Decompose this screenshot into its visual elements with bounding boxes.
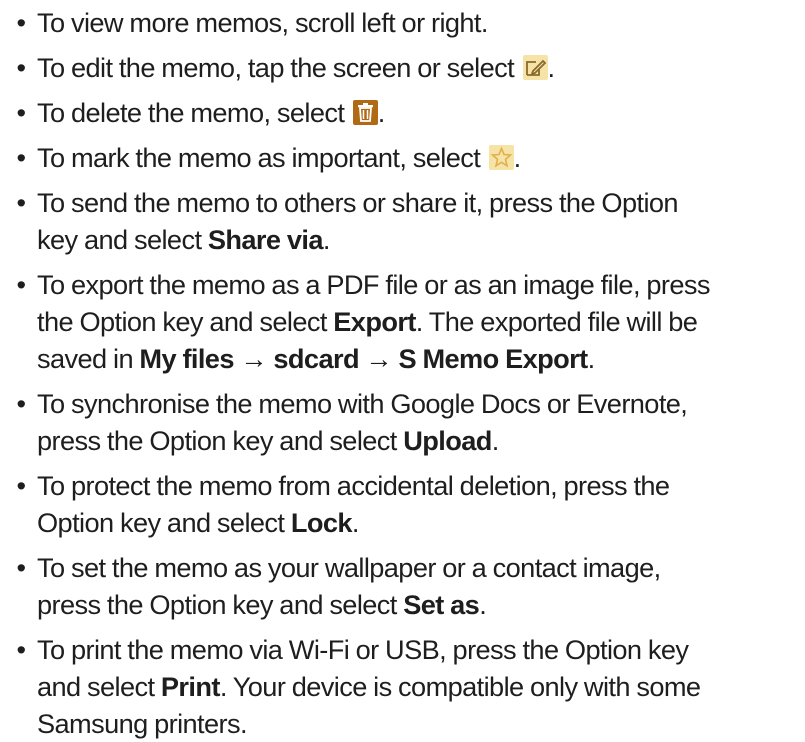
item-text: To delete the memo, select . xyxy=(37,97,385,128)
item-text: To mark the memo as important, select . xyxy=(37,142,521,173)
bullet: • xyxy=(16,552,27,583)
item-text: To synchronise the memo with Google Docs… xyxy=(37,388,688,456)
bullet: • xyxy=(16,388,27,419)
bullet: • xyxy=(16,7,27,38)
item-text: To edit the memo, tap the screen or sele… xyxy=(37,52,555,83)
bullet: • xyxy=(16,634,27,665)
path-sdcard: sdcard xyxy=(273,343,359,374)
path-s-memo-export: S Memo Export xyxy=(398,343,588,374)
item-text: To protect the memo from accidental dele… xyxy=(37,470,670,538)
bullet: • xyxy=(16,52,27,83)
menu-option-print: Print xyxy=(160,671,221,702)
item-text: To view more memos, scroll left or right… xyxy=(37,7,488,38)
item-text: To export the memo as a PDF file or as a… xyxy=(37,269,710,374)
item-text: To print the memo via Wi-Fi or USB, pres… xyxy=(37,634,701,739)
menu-option-export: Export xyxy=(333,306,416,337)
menu-option-share-via: Share via xyxy=(207,224,324,255)
item-text: To send the memo to others or share it, … xyxy=(37,187,679,255)
bullet: • xyxy=(16,142,27,173)
bullet: • xyxy=(16,470,27,501)
menu-option-set-as: Set as xyxy=(403,589,480,620)
item-text: To set the memo as your wallpaper or a c… xyxy=(37,552,661,620)
menu-option-upload: Upload xyxy=(403,425,492,456)
bullet: • xyxy=(16,97,27,128)
path-my-files: My files xyxy=(139,343,234,374)
path-arrow: → xyxy=(240,343,267,374)
edit-icon xyxy=(522,55,548,80)
bullet: • xyxy=(16,269,27,300)
bullet: • xyxy=(16,187,27,218)
star-icon xyxy=(488,145,514,170)
delete-icon xyxy=(352,100,378,125)
menu-option-lock: Lock xyxy=(290,507,353,538)
path-arrow: → xyxy=(365,343,393,374)
